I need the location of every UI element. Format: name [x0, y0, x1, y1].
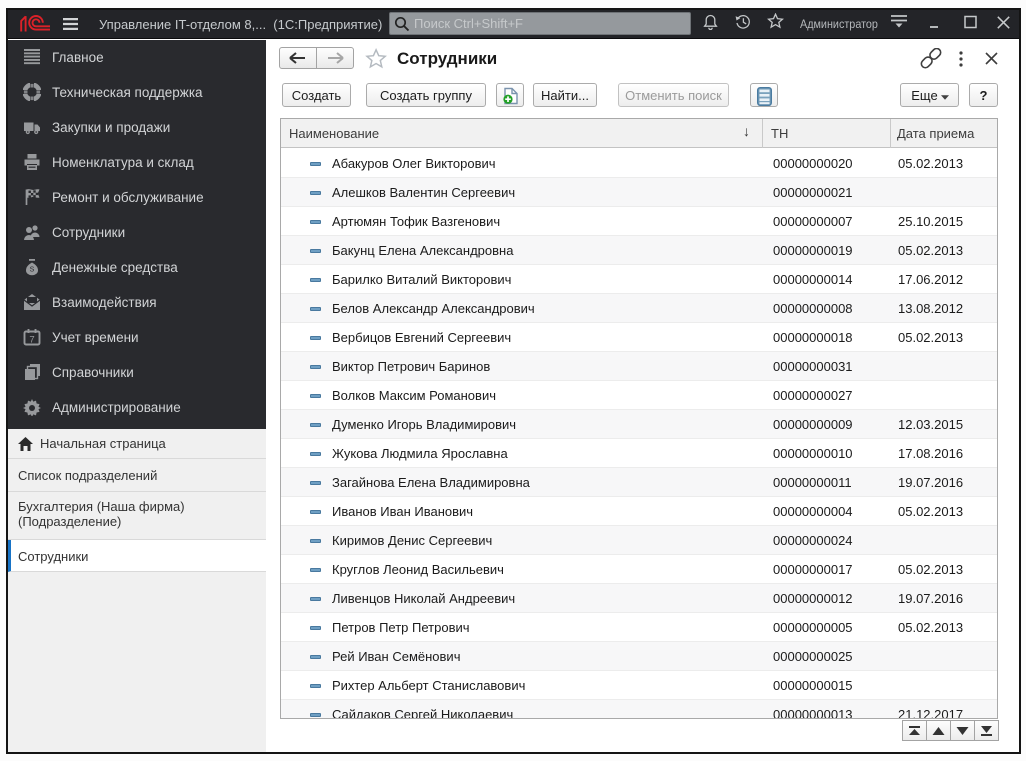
svg-text:7: 7 — [29, 335, 34, 346]
svg-text:S: S — [30, 267, 35, 274]
